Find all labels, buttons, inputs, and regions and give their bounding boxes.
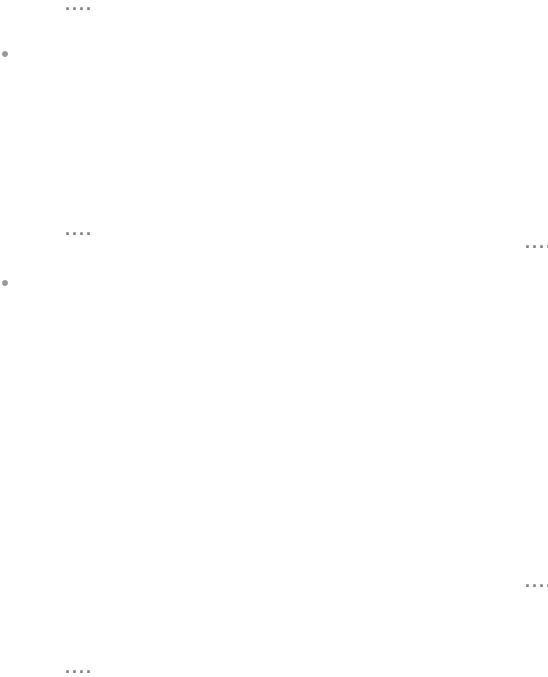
ellipsis-marker: ....	[65, 0, 93, 13]
ellipsis-marker: ....	[65, 220, 93, 238]
list-bullet	[2, 51, 8, 57]
ellipsis-marker: ....	[525, 572, 548, 590]
list-bullet	[2, 280, 8, 286]
ellipsis-marker: ....	[65, 658, 93, 676]
ellipsis-marker: ....	[525, 233, 548, 251]
